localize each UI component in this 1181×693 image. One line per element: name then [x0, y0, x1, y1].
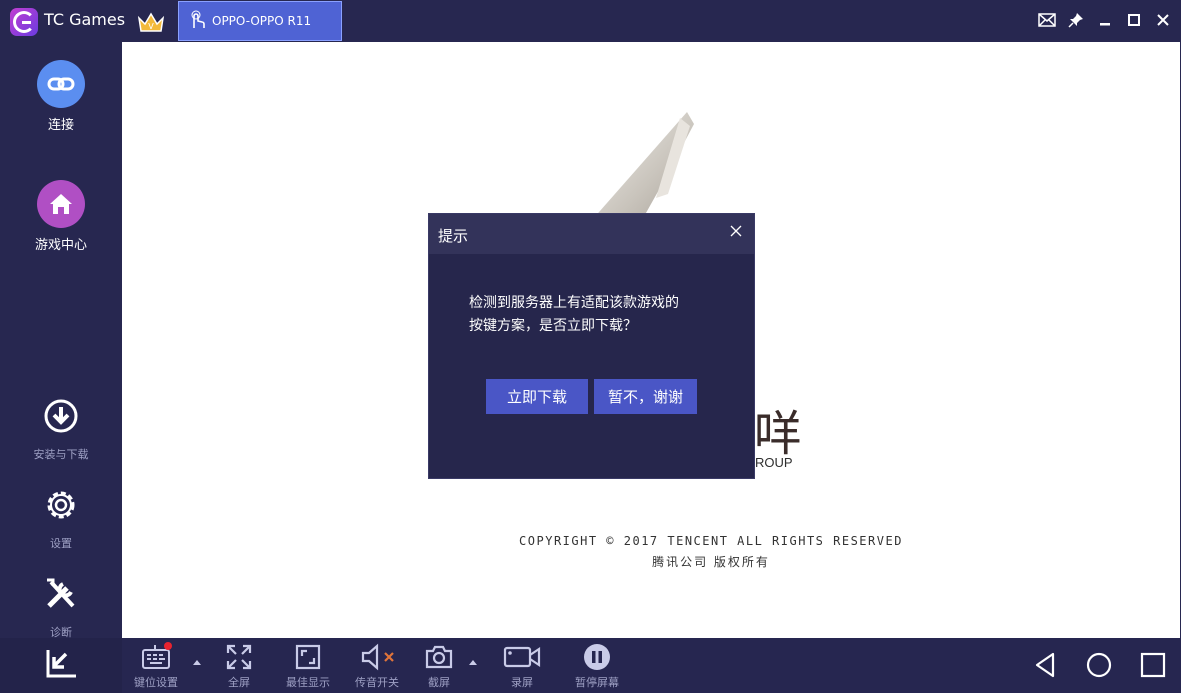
toolbar-label: 暂停屏幕 [575, 676, 619, 689]
toolbar-label: 录屏 [511, 676, 533, 689]
sidebar-item-label: 设置 [50, 537, 72, 550]
sidebar-item-label: 安装与下载 [33, 448, 89, 461]
download-icon [44, 399, 78, 433]
home-circle-icon[interactable] [1084, 650, 1114, 680]
screenshot-button[interactable]: 截屏 [420, 642, 458, 690]
sidebar-item-install[interactable]: 安装与下载 [0, 396, 122, 462]
sidebar-item-settings[interactable]: 设置 [0, 485, 122, 551]
audio-toggle-button[interactable]: 传音开关 [350, 642, 404, 690]
crown-icon[interactable]: V [136, 10, 166, 34]
touch-icon [191, 10, 205, 28]
minimize-button[interactable] [1095, 10, 1115, 30]
tab-device[interactable]: OPPO-OPPO R11 [178, 1, 342, 41]
collapse-button[interactable] [0, 638, 122, 693]
toolbar-label: 最佳显示 [286, 676, 330, 689]
fullscreen-icon [226, 644, 252, 670]
video-camera-icon [503, 646, 541, 668]
decline-button[interactable]: 暂不，谢谢 [594, 379, 697, 414]
prompt-dialog: 提示 检测到服务器上有适配该款游戏的 按键方案，是否立即下载？ 立即下载 暂不，… [428, 213, 755, 479]
window-controls [1037, 10, 1173, 30]
record-button[interactable]: 录屏 [500, 642, 544, 690]
pause-screen-button[interactable]: 暂停屏幕 [570, 642, 624, 690]
sidebar-item-diagnose[interactable]: 诊断 [0, 574, 122, 640]
dialog-message-line: 检测到服务器上有适配该款游戏的 [469, 295, 679, 311]
mail-icon [1038, 13, 1056, 27]
mute-icon [361, 643, 394, 671]
mail-button[interactable] [1037, 10, 1057, 30]
back-icon[interactable] [1031, 650, 1061, 680]
maximize-button[interactable] [1124, 10, 1144, 30]
sidebar: 连接 游戏中心 安装与下载 设置 诊断 [0, 42, 122, 640]
copyright-text-cn: 腾讯公司 版权所有 [652, 555, 770, 569]
brand-subtitle: ROUP [755, 455, 793, 470]
maximize-icon [1128, 14, 1140, 26]
title-bar: TC Games V OPPO-OPPO R11 [0, 0, 1181, 42]
app-window: TC Games V OPPO-OPPO R11 连接 游戏中心 安装与下载 设… [0, 0, 1181, 693]
notify-dot [164, 642, 172, 650]
tab-label: OPPO-OPPO R11 [212, 14, 312, 28]
toolbar-label: 键位设置 [134, 676, 178, 689]
sidebar-item-game-center[interactable]: 游戏中心 [0, 180, 122, 253]
sidebar-item-label: 连接 [47, 118, 74, 133]
app-title: TC Games [44, 10, 126, 29]
camera-icon [425, 645, 453, 669]
bottom-toolbar: 键位设置 全屏 最佳显示 传音开关 截屏 录屏 暂停屏幕 [0, 638, 1181, 693]
recent-apps-icon[interactable] [1138, 650, 1168, 680]
pause-icon [584, 644, 610, 670]
minimize-icon [1100, 23, 1110, 26]
toolbar-label: 截屏 [428, 676, 450, 689]
download-now-button[interactable]: 立即下载 [486, 379, 588, 414]
sidebar-item-label: 游戏中心 [34, 238, 87, 253]
app-logo [10, 8, 38, 36]
tools-icon [47, 578, 75, 608]
brand-glyph: 咩 [754, 406, 803, 462]
home-icon [37, 180, 85, 228]
keymap-dropdown-caret[interactable] [193, 660, 201, 665]
svg-text:V: V [148, 22, 154, 31]
copyright-text: COPYRIGHT © 2017 TENCENT ALL RIGHTS RESE… [519, 534, 903, 548]
dialog-title: 提示 [438, 227, 469, 245]
close-button[interactable] [1153, 10, 1173, 30]
splash-graphic [592, 112, 694, 220]
gear-icon [47, 491, 75, 519]
toolbar-label: 传音开关 [355, 676, 399, 689]
best-display-button[interactable]: 最佳显示 [280, 642, 336, 690]
collapse-arrow-icon [46, 650, 76, 678]
pin-button[interactable] [1066, 10, 1086, 30]
sidebar-item-connect[interactable]: 连接 [0, 60, 122, 133]
dialog-message-line: 按键方案，是否立即下载？ [469, 318, 637, 334]
fullscreen-button[interactable]: 全屏 [214, 642, 264, 690]
pin-icon [1068, 13, 1083, 28]
best-display-icon [295, 644, 321, 670]
dialog-header: 提示 [429, 214, 754, 254]
screenshot-dropdown-caret[interactable] [469, 660, 477, 665]
dialog-message: 检测到服务器上有适配该款游戏的 按键方案，是否立即下载？ [469, 292, 729, 338]
link-icon [37, 60, 85, 108]
toolbar-label: 全屏 [228, 676, 250, 689]
keyboard-icon [142, 642, 172, 669]
keymap-button[interactable]: 键位设置 [128, 642, 184, 690]
close-icon [1157, 14, 1169, 26]
close-icon[interactable] [728, 223, 744, 239]
